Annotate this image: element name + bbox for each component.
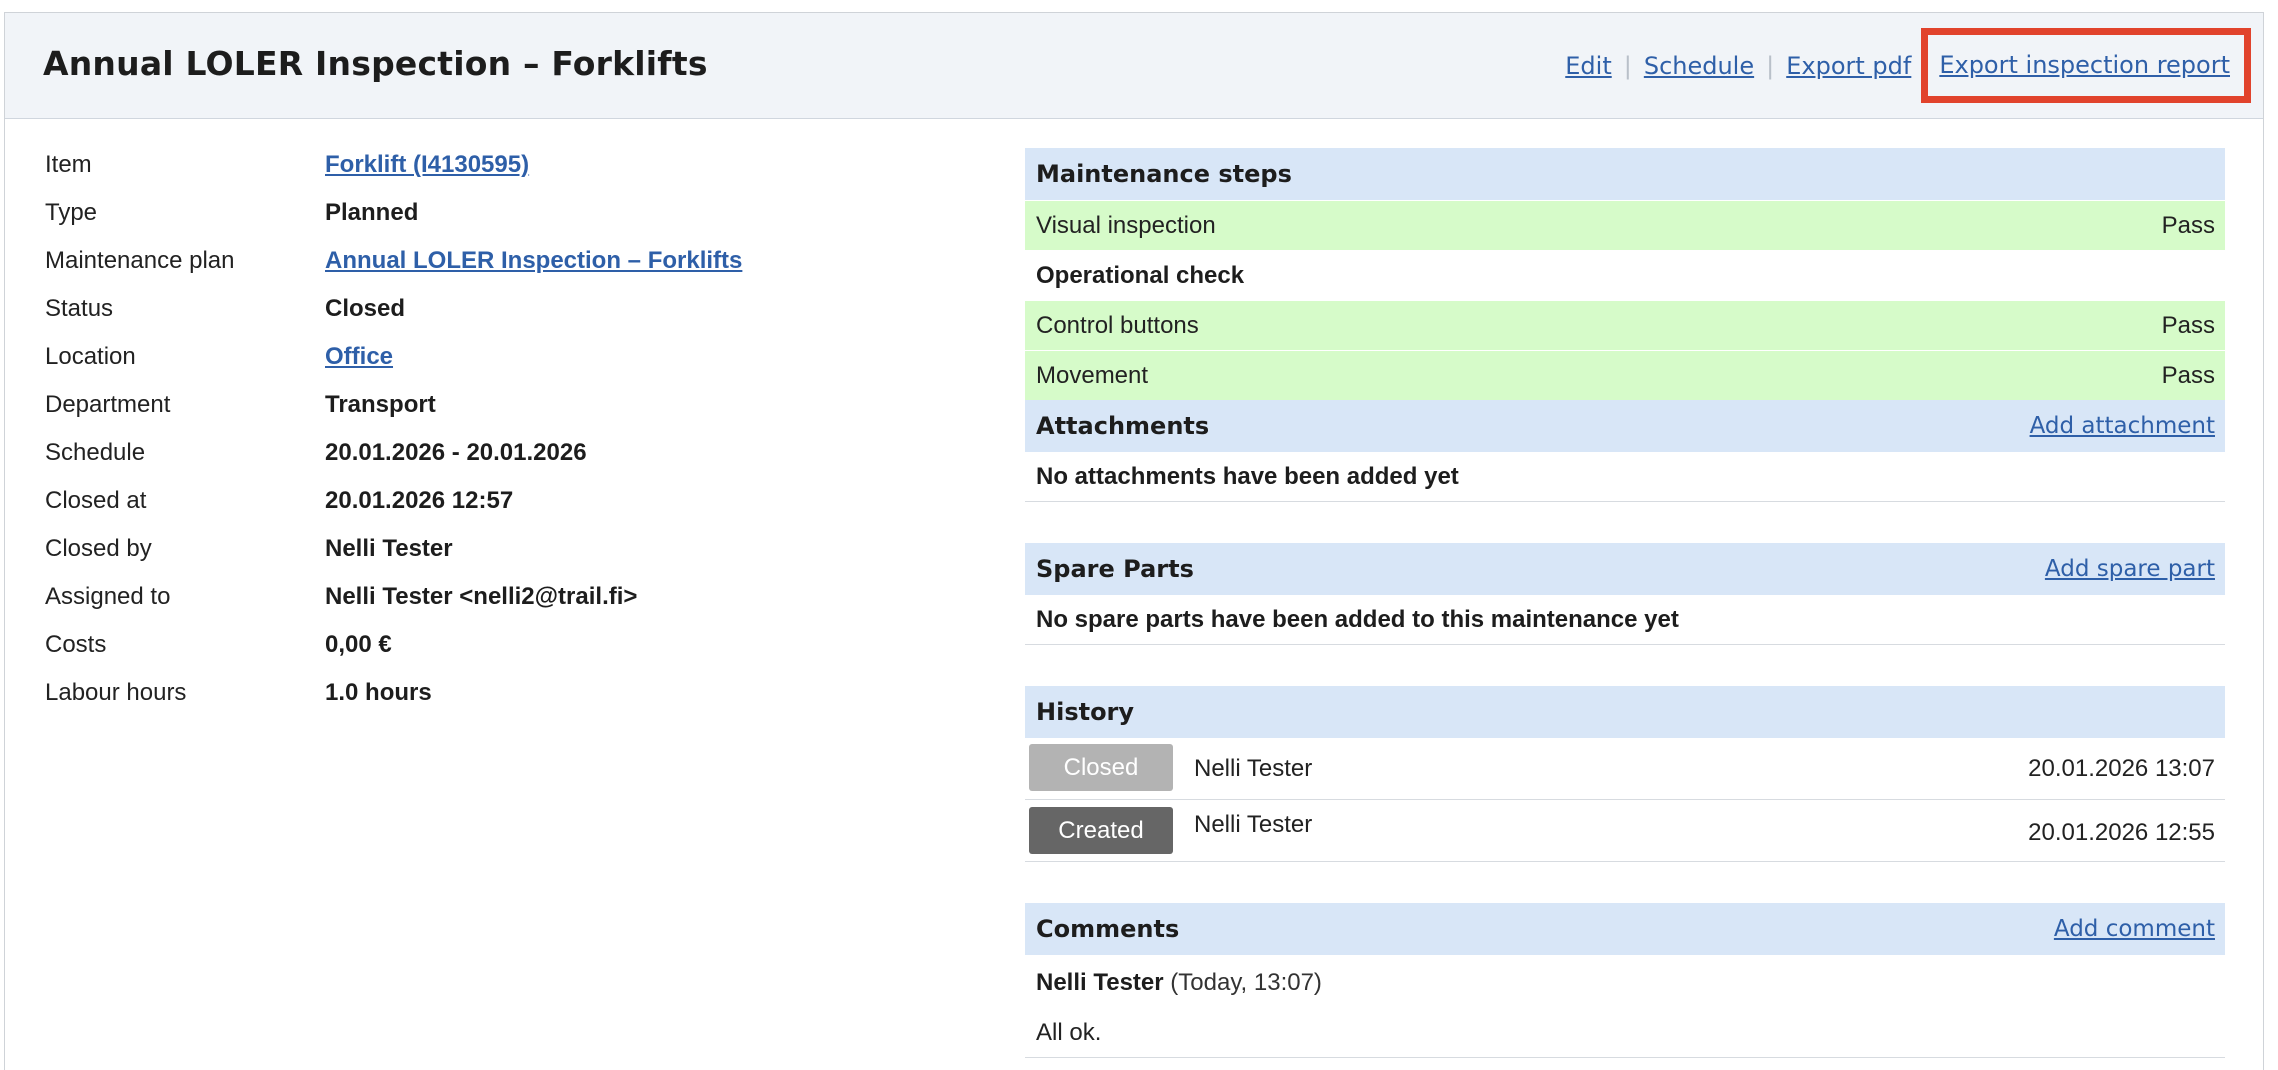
maintenance-plan-link[interactable]: Annual LOLER Inspection – Forklifts <box>325 247 742 275</box>
section-heading: History <box>1036 698 1135 726</box>
detail-value: 20.01.2026 - 20.01.2026 <box>325 439 587 466</box>
comment-author: Nelli Tester <box>1036 969 1164 996</box>
step-group-row: Operational check <box>1025 250 2225 300</box>
section-heading: Comments <box>1036 915 1180 943</box>
comment-byline: Nelli Tester (Today, 13:07) <box>1036 969 1322 997</box>
export-pdf-link[interactable]: Export pdf <box>1786 52 1911 80</box>
detail-value: Closed <box>325 295 406 322</box>
export-inspection-report-link[interactable]: Export inspection report <box>1939 51 2230 79</box>
separator: | <box>1766 51 1775 80</box>
detail-value: Nelli Tester <box>325 535 453 562</box>
section-heading: Attachments <box>1036 412 1210 440</box>
spare-parts-empty: No spare parts have been added to this m… <box>1025 595 2225 645</box>
step-label: Movement <box>1036 362 1149 389</box>
maintenance-steps-header: Maintenance steps <box>1025 148 2225 200</box>
step-result: Pass <box>2161 312 2215 339</box>
detail-value: Planned <box>325 199 419 226</box>
detail-label: Assigned to <box>45 583 171 610</box>
schedule-link[interactable]: Schedule <box>1644 52 1754 80</box>
comment-text: All ok. <box>1036 1019 1102 1046</box>
comments-header: Comments Add comment <box>1025 903 2225 955</box>
step-label: Control buttons <box>1036 312 1199 339</box>
page-title: Annual LOLER Inspection – Forklifts <box>43 44 708 83</box>
attachments-header: Attachments Add attachment <box>1025 400 2225 452</box>
detail-label: Labour hours <box>45 679 187 706</box>
empty-message: No spare parts have been added to this m… <box>1036 606 1679 633</box>
export-report-highlight: Export inspection report <box>1921 28 2251 103</box>
spare-parts-header: Spare Parts Add spare part <box>1025 543 2225 595</box>
section-heading: Spare Parts <box>1036 555 1194 583</box>
history-header: History <box>1025 686 2225 738</box>
step-row: Movement Pass <box>1025 350 2225 400</box>
add-attachment-link[interactable]: Add attachment <box>2030 413 2215 439</box>
detail-label: Closed at <box>45 487 147 514</box>
add-comment-link[interactable]: Add comment <box>2054 916 2215 942</box>
step-row: Control buttons Pass <box>1025 300 2225 350</box>
comment-body: All ok. <box>1025 1005 2225 1058</box>
detail-value: Nelli Tester <nelli2@trail.fi> <box>325 583 638 610</box>
maintenance-page: Annual LOLER Inspection – Forklifts Edit… <box>4 12 2264 1070</box>
history-time: 20.01.2026 12:55 <box>2028 819 2215 846</box>
history-user: Nelli Tester <box>1194 755 1313 782</box>
add-spare-part-link[interactable]: Add spare part <box>2045 556 2215 582</box>
detail-value: 0,00 € <box>325 631 392 658</box>
detail-value: Transport <box>325 391 436 418</box>
attachments-empty: No attachments have been added yet <box>1025 452 2225 502</box>
right-panel: Maintenance steps Visual inspection Pass… <box>1025 148 2225 1058</box>
item-link[interactable]: Forklift (I4130595) <box>325 151 529 179</box>
separator: | <box>1623 51 1632 80</box>
step-result: Pass <box>2161 362 2215 389</box>
detail-label: Costs <box>45 631 107 658</box>
history-user: Nelli Tester <box>1194 811 1313 838</box>
detail-value: 20.01.2026 12:57 <box>325 487 514 514</box>
header-actions: Edit | Schedule | Export pdf Export insp… <box>1565 13 2263 118</box>
history-time: 20.01.2026 13:07 <box>2028 755 2215 782</box>
detail-label: Department <box>45 391 171 418</box>
detail-label: Closed by <box>45 535 152 562</box>
empty-message: No attachments have been added yet <box>1036 463 1459 490</box>
detail-label: Maintenance plan <box>45 247 235 274</box>
comment-time: (Today, 13:07) <box>1170 969 1322 996</box>
detail-value: 1.0 hours <box>325 679 432 706</box>
page-header: Annual LOLER Inspection – Forklifts Edit… <box>5 13 2263 119</box>
step-group-label: Operational check <box>1036 262 1245 289</box>
location-link[interactable]: Office <box>325 343 393 371</box>
detail-label: Item <box>45 151 92 178</box>
edit-link[interactable]: Edit <box>1565 52 1611 80</box>
detail-label: Type <box>45 199 98 226</box>
status-badge: Created <box>1029 807 1173 854</box>
status-badge: Closed <box>1029 744 1173 791</box>
comment-meta: Nelli Tester (Today, 13:07) <box>1025 955 2225 1005</box>
step-row: Visual inspection Pass <box>1025 200 2225 250</box>
section-heading: Maintenance steps <box>1036 160 1292 188</box>
step-label: Visual inspection <box>1036 212 1216 239</box>
detail-label: Schedule <box>45 439 146 466</box>
history-row: Created Nelli Tester 20.01.2026 12:55 <box>1025 800 2225 862</box>
step-result: Pass <box>2161 212 2215 239</box>
detail-label: Location <box>45 343 136 370</box>
detail-label: Status <box>45 295 114 322</box>
history-row: Closed Nelli Tester 20.01.2026 13:07 <box>1025 738 2225 800</box>
